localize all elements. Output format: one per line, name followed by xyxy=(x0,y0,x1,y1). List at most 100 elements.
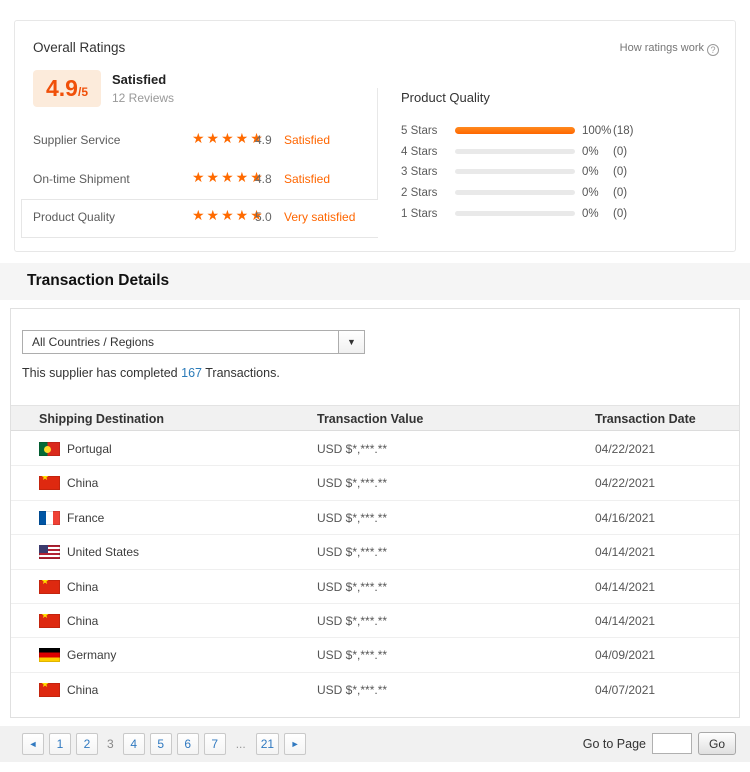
breakdown-label: 1 Stars xyxy=(401,207,438,220)
cell-transaction-value: USD $*,***.** xyxy=(317,682,388,697)
breakdown-label: 4 Stars xyxy=(401,145,438,158)
review-count: 12 Reviews xyxy=(112,91,175,105)
goto-page-group: Go to Page Go xyxy=(583,732,736,755)
breakdown-bar-track xyxy=(455,190,575,196)
supplier-ratings-page: Overall Ratings How ratings work? 4.9/5 … xyxy=(0,0,750,772)
page-button-6[interactable]: 6 xyxy=(176,733,199,755)
how-ratings-work-link[interactable]: How ratings work? xyxy=(620,42,719,56)
breakdown-row: 4 Stars 0% (0) xyxy=(401,145,701,159)
transaction-details-band: Transaction Details xyxy=(0,263,750,300)
rating-row-label: On-time Shipment xyxy=(33,171,130,186)
china-flag-icon xyxy=(39,579,60,594)
transactions-table-header: Shipping Destination Transaction Value T… xyxy=(11,405,739,431)
stars-icon: ★★★★★ xyxy=(192,207,265,223)
germany-flag-icon xyxy=(39,648,60,663)
page-button-7[interactable]: 7 xyxy=(203,733,226,755)
breakdown-bar-track xyxy=(455,148,575,154)
cell-transaction-date: 04/09/2021 xyxy=(595,648,656,663)
breakdown-count: (0) xyxy=(613,166,628,179)
cell-shipping-destination: Portugal xyxy=(39,442,112,456)
breakdown-row: 1 Stars 0% (0) xyxy=(401,207,701,221)
breakdown-row: 5 Stars 100% (18) xyxy=(401,124,701,138)
rating-score: 4.8 xyxy=(255,171,272,186)
page-button-2[interactable]: 2 xyxy=(76,733,98,755)
cell-transaction-value: USD $*,***.** xyxy=(317,648,388,663)
pagination-bar: ◄ 1 2 3 4 5 6 7... 21 ► Go to Page Go xyxy=(0,726,750,762)
china-flag-icon xyxy=(39,682,60,697)
france-flag-icon xyxy=(39,510,60,525)
country-filter-value: All Countries / Regions xyxy=(32,335,155,349)
cell-transaction-date: 04/14/2021 xyxy=(595,579,656,594)
overall-ratings-title: Overall Ratings xyxy=(33,40,126,55)
united-states-flag-icon xyxy=(39,545,60,560)
overall-score-badge: 4.9/5 xyxy=(33,70,101,107)
transactions-summary: This supplier has completed 167 Transact… xyxy=(22,366,280,380)
pagination: ◄ 1 2 3 4 5 6 7... 21 ► xyxy=(22,733,311,755)
cell-shipping-destination: China xyxy=(39,579,98,594)
rating-row-label: Product Quality xyxy=(33,210,116,224)
china-flag-icon xyxy=(39,476,60,491)
cell-transaction-value: USD $*,***.** xyxy=(317,476,388,491)
cell-shipping-destination: Germany xyxy=(39,648,116,663)
china-flag-icon xyxy=(39,613,60,628)
cell-shipping-destination: China xyxy=(39,682,98,697)
goto-page-input[interactable] xyxy=(652,733,692,754)
cell-shipping-destination: China xyxy=(39,613,98,628)
rating-score: 5.0 xyxy=(255,210,272,224)
table-row: China USD $*,***.** 04/22/2021 xyxy=(11,466,739,501)
breakdown-row: 3 Stars 0% (0) xyxy=(401,165,701,179)
help-icon: ? xyxy=(707,44,719,56)
header-transaction-value: Transaction Value xyxy=(317,412,424,426)
table-row: China USD $*,***.** 04/07/2021 xyxy=(11,673,739,707)
overall-sentiment: Satisfied xyxy=(112,72,167,87)
breakdown-percent: 0% xyxy=(582,207,599,220)
breakdown-bar-track xyxy=(455,210,575,216)
breakdown-percent: 0% xyxy=(582,166,599,179)
cell-transaction-value: USD $*,***.** xyxy=(317,442,388,456)
summary-suffix: Transactions. xyxy=(205,366,280,380)
cell-transaction-date: 04/22/2021 xyxy=(595,442,656,456)
page-button-4[interactable]: 4 xyxy=(122,733,145,755)
breakdown-count: (0) xyxy=(613,187,628,200)
table-row: Portugal USD $*,***.** 04/22/2021 xyxy=(11,432,739,467)
prev-page-button[interactable]: ◄ xyxy=(22,733,44,755)
country-filter-dropdown[interactable]: All Countries / Regions ▼ xyxy=(22,330,365,354)
rating-row-label: Supplier Service xyxy=(33,133,121,147)
go-button[interactable]: Go xyxy=(698,732,736,755)
next-page-button[interactable]: ► xyxy=(284,733,307,755)
rating-row-supplier-service[interactable]: Supplier Service ★★★★★ 4.9 Satisfied xyxy=(33,125,377,155)
portugal-flag-icon xyxy=(39,442,60,456)
breakdown-count: (18) xyxy=(613,125,634,137)
cell-transaction-date: 04/16/2021 xyxy=(595,510,656,525)
overall-ratings-card: Overall Ratings How ratings work? 4.9/5 … xyxy=(14,20,736,252)
how-ratings-work-label: How ratings work xyxy=(619,42,704,54)
page-button-21[interactable]: 21 xyxy=(255,733,280,755)
cell-transaction-date: 04/07/2021 xyxy=(595,682,656,697)
stars-icon: ★★★★★ xyxy=(192,168,265,185)
rating-score: 4.9 xyxy=(255,133,272,147)
page-button-1[interactable]: 1 xyxy=(49,733,71,755)
breakdown-bar-fill xyxy=(455,127,575,134)
breakdown-label: 3 Stars xyxy=(401,166,438,179)
pagination-ellipsis: ... xyxy=(235,737,246,751)
cell-transaction-value: USD $*,***.** xyxy=(317,613,388,628)
cell-transaction-value: USD $*,***.** xyxy=(317,510,388,525)
rating-row-on-time-shipment[interactable]: On-time Shipment ★★★★★ 4.8 Satisfied xyxy=(33,164,377,194)
table-row: United States USD $*,***.** 04/14/2021 xyxy=(11,535,739,570)
stars-icon: ★★★★★ xyxy=(192,130,265,146)
cell-transaction-date: 04/22/2021 xyxy=(595,476,656,491)
cell-shipping-destination: United States xyxy=(39,545,139,560)
transaction-count-link[interactable]: 167 xyxy=(181,366,202,380)
cell-transaction-value: USD $*,***.** xyxy=(317,545,388,560)
breakdown-title: Product Quality xyxy=(401,90,490,105)
breakdown-label: 2 Stars xyxy=(401,187,438,200)
table-row: France USD $*,***.** 04/16/2021 xyxy=(11,501,739,536)
goto-page-label: Go to Page xyxy=(582,736,646,751)
page-button-5[interactable]: 5 xyxy=(149,733,172,755)
breakdown-percent: 100% xyxy=(582,125,612,137)
rating-row-product-quality[interactable]: Product Quality ★★★★★ 5.0 Very satisfied xyxy=(33,202,377,232)
table-row: China USD $*,***.** 04/14/2021 xyxy=(11,570,739,604)
cell-shipping-destination: France xyxy=(39,510,104,525)
chevron-down-icon[interactable]: ▼ xyxy=(338,331,364,353)
cell-transaction-date: 04/14/2021 xyxy=(595,545,656,560)
